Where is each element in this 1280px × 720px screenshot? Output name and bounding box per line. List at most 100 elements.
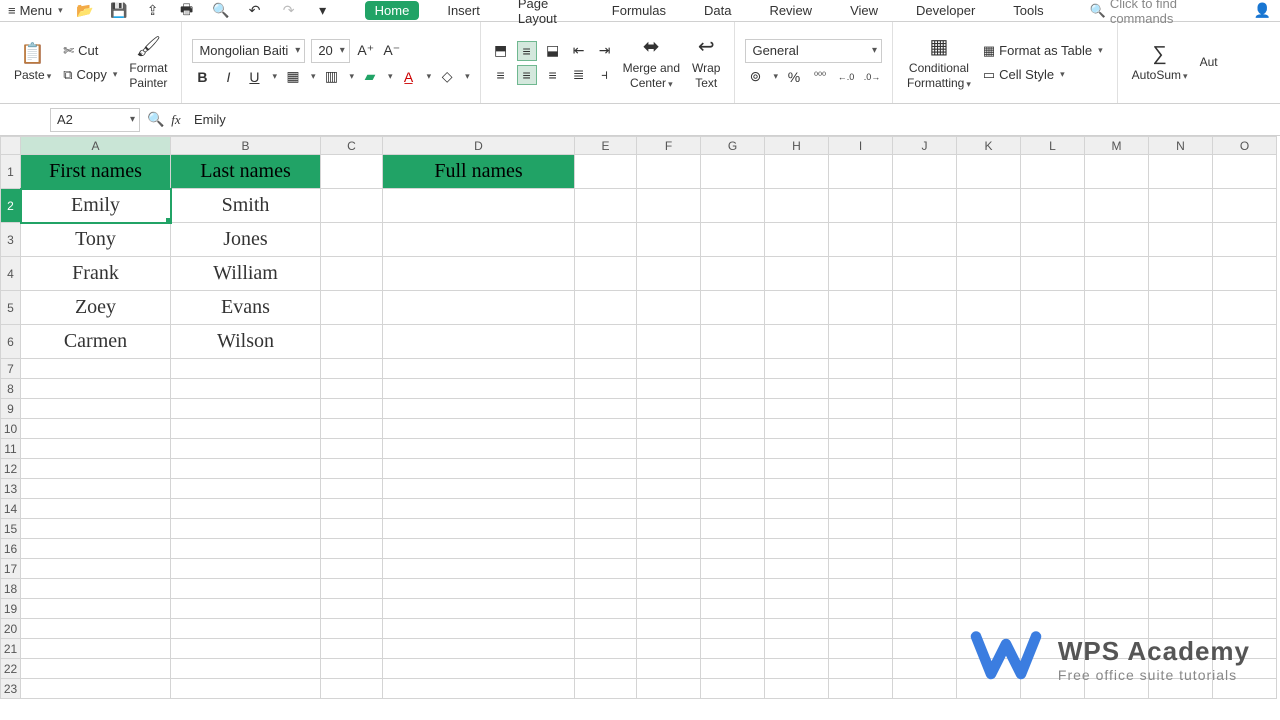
tab-view[interactable]: View <box>840 1 888 20</box>
cell-E5[interactable] <box>575 291 637 325</box>
cell-F23[interactable] <box>637 679 701 699</box>
cell-J18[interactable] <box>893 579 957 599</box>
cell-K14[interactable] <box>957 499 1021 519</box>
align-top-icon[interactable]: ⬒ <box>491 41 511 61</box>
cell-L4[interactable] <box>1021 257 1085 291</box>
cell-A19[interactable] <box>21 599 171 619</box>
cell-A9[interactable] <box>21 399 171 419</box>
underline-button[interactable]: U <box>244 67 264 87</box>
cell-D9[interactable] <box>383 399 575 419</box>
cell-C12[interactable] <box>321 459 383 479</box>
distribute-icon[interactable]: ⫞ <box>595 65 615 85</box>
conditional-formatting-button[interactable]: ▦ Conditional Formatting▾ <box>903 33 975 92</box>
cell-K11[interactable] <box>957 439 1021 459</box>
cell-L15[interactable] <box>1021 519 1085 539</box>
cell-F7[interactable] <box>637 359 701 379</box>
row-header-16[interactable]: 16 <box>1 539 21 559</box>
cell-I10[interactable] <box>829 419 893 439</box>
cell-A5[interactable]: Zoey <box>21 291 171 325</box>
cell-M16[interactable] <box>1085 539 1149 559</box>
cell-D23[interactable] <box>383 679 575 699</box>
cell-K4[interactable] <box>957 257 1021 291</box>
cell-H6[interactable] <box>765 325 829 359</box>
cell-H12[interactable] <box>765 459 829 479</box>
cell-N17[interactable] <box>1149 559 1213 579</box>
cell-C1[interactable] <box>321 155 383 189</box>
cell-A3[interactable]: Tony <box>21 223 171 257</box>
cell-B1[interactable]: Last names <box>171 155 321 189</box>
cell-M9[interactable] <box>1085 399 1149 419</box>
bold-button[interactable]: B <box>192 67 212 87</box>
cell-G21[interactable] <box>701 639 765 659</box>
cell-L6[interactable] <box>1021 325 1085 359</box>
cell-L13[interactable] <box>1021 479 1085 499</box>
cell-D4[interactable] <box>383 257 575 291</box>
cell-M3[interactable] <box>1085 223 1149 257</box>
cell-O1[interactable] <box>1213 155 1277 189</box>
cell-G13[interactable] <box>701 479 765 499</box>
decrease-indent-icon[interactable]: ⇤ <box>569 41 589 61</box>
cell-K2[interactable] <box>957 189 1021 223</box>
cell-J17[interactable] <box>893 559 957 579</box>
cell-O14[interactable] <box>1213 499 1277 519</box>
cell-I18[interactable] <box>829 579 893 599</box>
cell-M5[interactable] <box>1085 291 1149 325</box>
account-icon[interactable]: 👤 <box>1252 1 1272 21</box>
cell-O3[interactable] <box>1213 223 1277 257</box>
col-header-I[interactable]: I <box>829 137 893 155</box>
cell-C16[interactable] <box>321 539 383 559</box>
cell-K17[interactable] <box>957 559 1021 579</box>
cell-G7[interactable] <box>701 359 765 379</box>
cell-L9[interactable] <box>1021 399 1085 419</box>
cell-B15[interactable] <box>171 519 321 539</box>
cell-C8[interactable] <box>321 379 383 399</box>
cell-D20[interactable] <box>383 619 575 639</box>
cell-C10[interactable] <box>321 419 383 439</box>
cell-G11[interactable] <box>701 439 765 459</box>
cell-N10[interactable] <box>1149 419 1213 439</box>
row-header-20[interactable]: 20 <box>1 619 21 639</box>
cell-F18[interactable] <box>637 579 701 599</box>
cell-C20[interactable] <box>321 619 383 639</box>
cell-B10[interactable] <box>171 419 321 439</box>
cell-F21[interactable] <box>637 639 701 659</box>
cell-K9[interactable] <box>957 399 1021 419</box>
cell-style-button[interactable]: ▭ Cell Style▾ <box>979 65 1107 85</box>
cell-D5[interactable] <box>383 291 575 325</box>
cell-I20[interactable] <box>829 619 893 639</box>
cell-J9[interactable] <box>893 399 957 419</box>
cell-H3[interactable] <box>765 223 829 257</box>
cell-H10[interactable] <box>765 419 829 439</box>
col-header-B[interactable]: B <box>171 137 321 155</box>
cell-B14[interactable] <box>171 499 321 519</box>
cell-J14[interactable] <box>893 499 957 519</box>
comma-icon[interactable]: ⁰⁰⁰ <box>810 67 830 87</box>
cell-N5[interactable] <box>1149 291 1213 325</box>
cell-G10[interactable] <box>701 419 765 439</box>
cell-O11[interactable] <box>1213 439 1277 459</box>
cell-D1[interactable]: Full names <box>383 155 575 189</box>
cell-I16[interactable] <box>829 539 893 559</box>
decrease-font-icon[interactable]: A⁻ <box>382 41 402 61</box>
cell-L16[interactable] <box>1021 539 1085 559</box>
row-header-21[interactable]: 21 <box>1 639 21 659</box>
increase-decimal-icon[interactable]: ←.0 <box>836 67 856 87</box>
cell-G20[interactable] <box>701 619 765 639</box>
cell-A23[interactable] <box>21 679 171 699</box>
col-header-M[interactable]: M <box>1085 137 1149 155</box>
cell-C5[interactable] <box>321 291 383 325</box>
cell-E9[interactable] <box>575 399 637 419</box>
cell-A13[interactable] <box>21 479 171 499</box>
cell-A22[interactable] <box>21 659 171 679</box>
cell-J1[interactable] <box>893 155 957 189</box>
cell-D10[interactable] <box>383 419 575 439</box>
cell-O4[interactable] <box>1213 257 1277 291</box>
save-icon[interactable]: 💾 <box>109 1 129 21</box>
tab-review[interactable]: Review <box>759 1 822 20</box>
col-header-N[interactable]: N <box>1149 137 1213 155</box>
cell-O10[interactable] <box>1213 419 1277 439</box>
cell-O6[interactable] <box>1213 325 1277 359</box>
cell-D2[interactable] <box>383 189 575 223</box>
cell-L8[interactable] <box>1021 379 1085 399</box>
cell-C15[interactable] <box>321 519 383 539</box>
